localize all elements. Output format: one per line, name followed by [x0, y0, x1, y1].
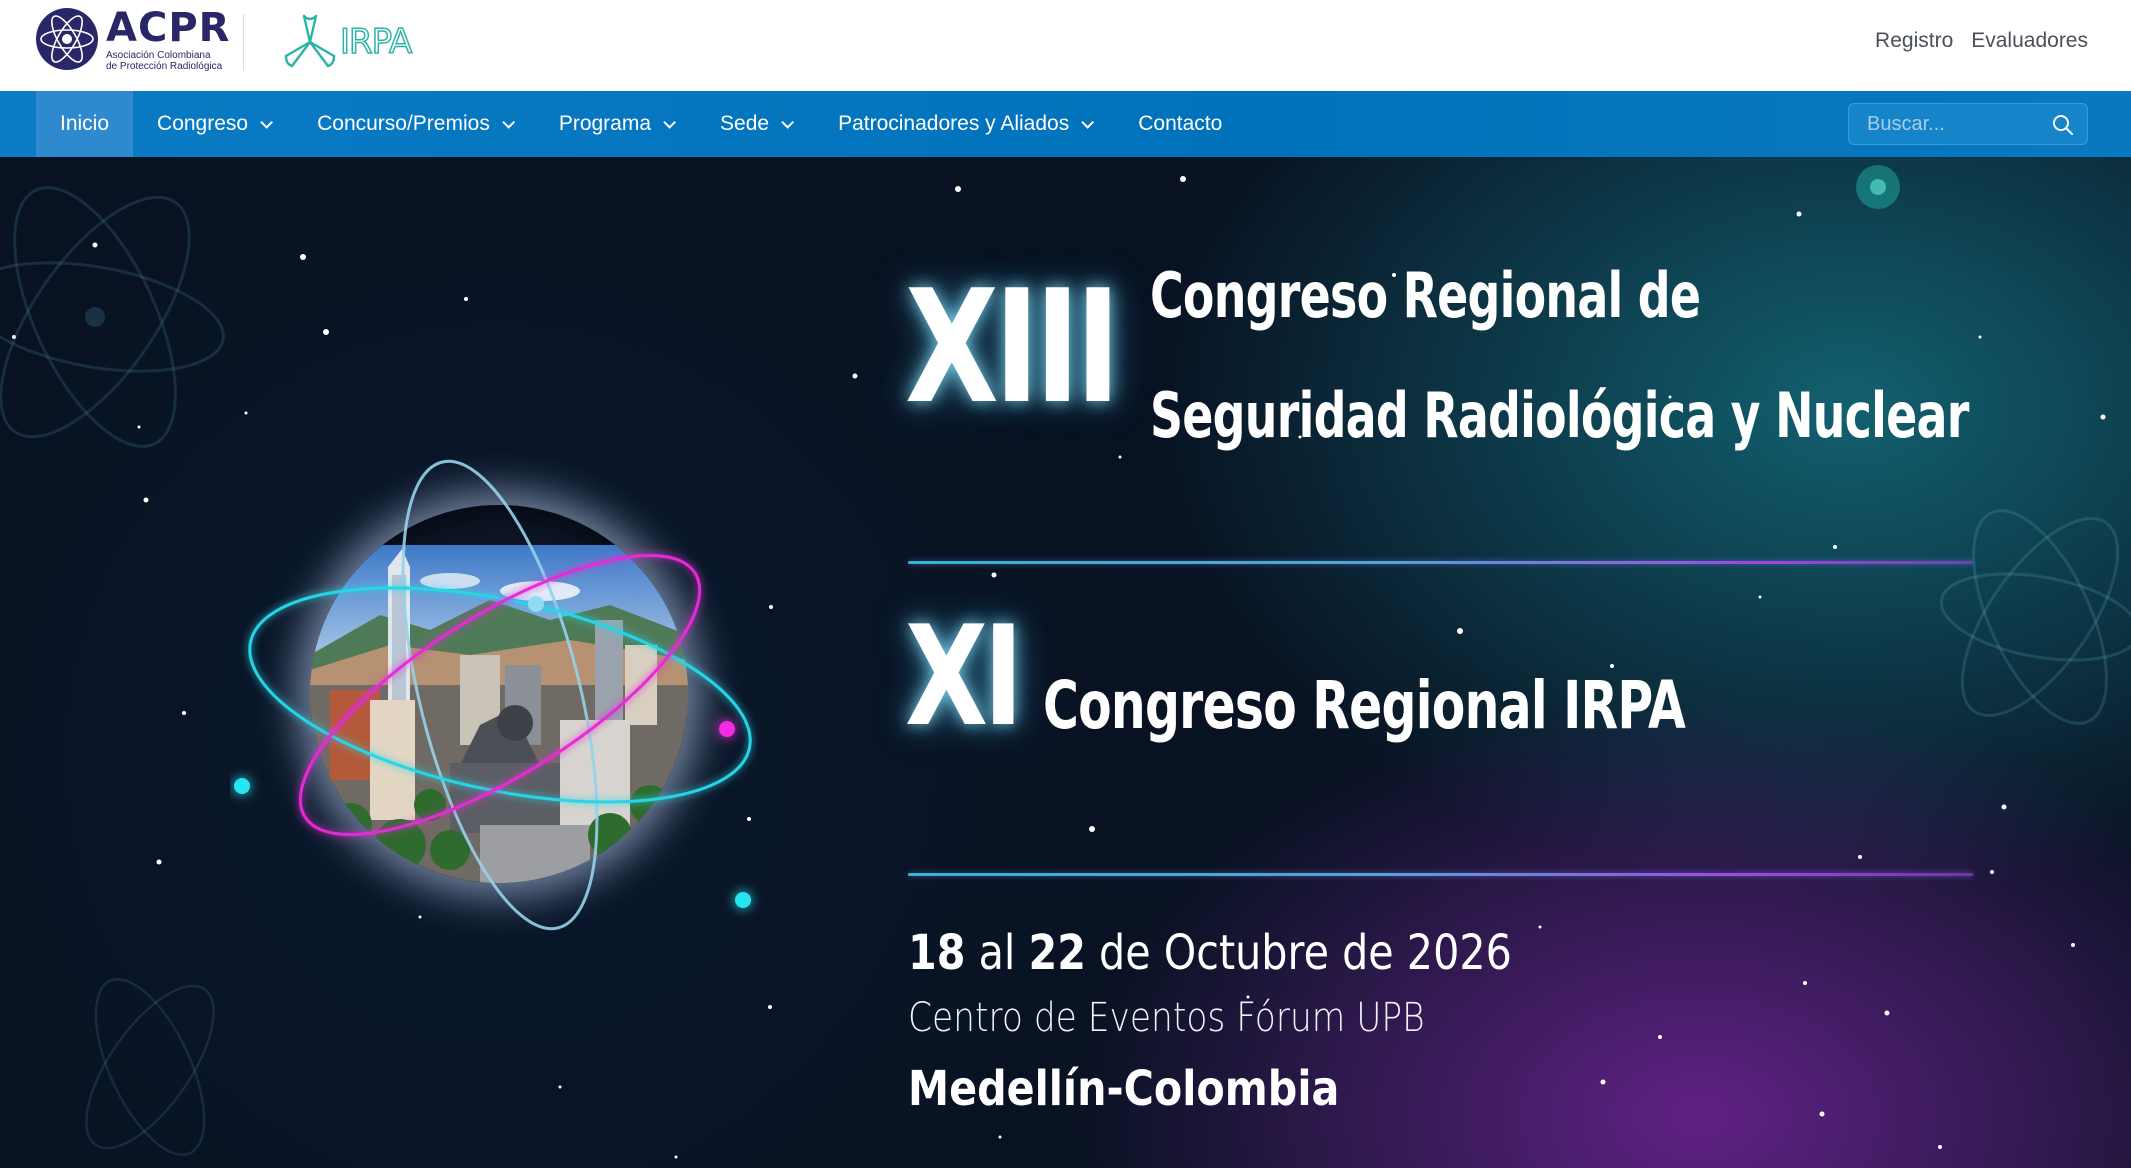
edition-number-xi: XI: [905, 596, 1023, 757]
background-atom-icon: [85, 978, 215, 1156]
orbit-particle: [528, 596, 544, 612]
date-month-year: de Octubre de 2026: [1099, 925, 1512, 981]
background-atom-icon: [0, 186, 225, 448]
acpr-wordmark: ACPR: [106, 5, 231, 51]
site-header: ACPR Asociación Colombiana de Protección…: [0, 0, 2131, 91]
chevron-down-icon: [781, 115, 795, 129]
chevron-down-icon: [1081, 115, 1095, 129]
congress-title-line-2: Seguridad Radiológica y Nuclear: [1150, 379, 1969, 452]
acpr-atom-icon: [36, 8, 98, 70]
irpa-congress-title: Congreso Regional IRPA: [1043, 667, 1686, 744]
evaluadores-link[interactable]: Evaluadores: [1971, 29, 2088, 53]
event-dates: 18 al 22 de Octubre de 2026: [908, 925, 1512, 981]
acpr-logo[interactable]: ACPR Asociación Colombiana de Protección…: [34, 6, 230, 72]
nav-item-concurso-premios[interactable]: Concurso/Premios: [293, 91, 535, 157]
main-nav: Inicio Congreso Concurso/Premios Program…: [0, 91, 2131, 157]
nav-label: Sede: [720, 112, 770, 135]
date-end-day: 22: [1028, 925, 1086, 981]
nav-item-patrocinadores[interactable]: Patrocinadores y Aliados: [814, 91, 1114, 157]
orbit-rings: [234, 459, 752, 931]
acpr-subtitle-1: Asociación Colombiana: [106, 50, 211, 61]
nav-label: Patrocinadores y Aliados: [838, 112, 1070, 135]
nav-item-programa[interactable]: Programa: [535, 91, 696, 157]
chevron-down-icon: [663, 115, 677, 129]
registro-link[interactable]: Registro: [1875, 29, 1953, 53]
background-atom-icon: [1940, 509, 2131, 725]
gradient-divider: [908, 561, 1973, 564]
congress-title-line-1: Congreso Regional de: [1150, 259, 1701, 332]
date-start-day: 18: [908, 925, 966, 981]
logo-divider: [243, 14, 244, 70]
nav-label: Inicio: [60, 112, 110, 135]
nav-label: Congreso: [157, 112, 249, 135]
search-icon[interactable]: [2051, 113, 2075, 137]
nav-item-sede[interactable]: Sede: [696, 91, 814, 157]
date-connector: al: [978, 925, 1016, 981]
nav-label: Contacto: [1138, 112, 1223, 135]
irpa-wordmark: IRPA: [339, 21, 413, 63]
acpr-subtitle-2: de Protección Radiológica: [106, 61, 223, 72]
hero-banner: XIII Congreso Regional de Seguridad Radi…: [0, 157, 2131, 1168]
nav-item-congreso[interactable]: Congreso: [133, 91, 293, 157]
search-box: [1848, 103, 2088, 145]
event-venue: Centro de Eventos Fórum UPB: [908, 995, 1425, 1041]
irpa-logo[interactable]: IRPA: [282, 12, 413, 72]
nav-label: Concurso/Premios: [317, 112, 490, 135]
event-city: Medellín-Colombia: [908, 1061, 1340, 1117]
chevron-down-icon: [260, 115, 274, 129]
nav-item-inicio[interactable]: Inicio: [36, 91, 134, 157]
utility-links: Registro Evaluadores: [1875, 29, 2088, 53]
irpa-trefoil-icon: [284, 14, 336, 68]
edition-number-xiii: XIII: [905, 256, 1121, 438]
nav-label: Programa: [558, 112, 652, 135]
nav-item-contacto[interactable]: Contacto: [1114, 91, 1246, 157]
gradient-divider: [908, 873, 1973, 876]
hero-atom-globe: [230, 437, 770, 957]
chevron-down-icon: [502, 115, 515, 129]
